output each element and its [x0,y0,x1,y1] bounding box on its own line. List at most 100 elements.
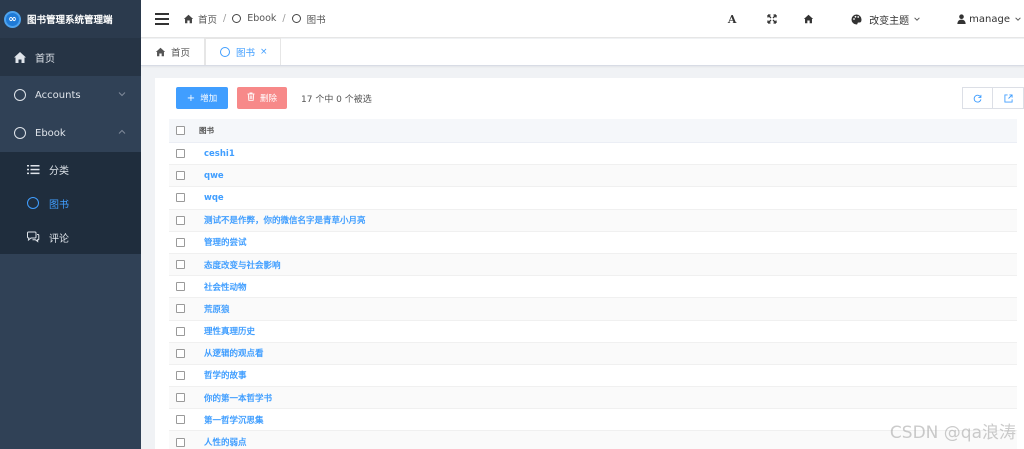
book-title-link[interactable]: 管理的尝试 [204,236,247,248]
watermark: CSDN @qa浪涛 [889,423,1016,443]
theme-label: 改变主题 [869,15,910,27]
home-icon [13,50,27,64]
breadcrumb: 首页 / Ebook / 图书 [183,12,326,26]
sidebar-item-category[interactable]: 分类 [0,152,141,186]
row-checkbox[interactable] [176,260,185,270]
logo-bar[interactable]: ∞ 图书管理系统管理端 [0,0,141,38]
table-row: 理性真理历史 [169,321,1017,343]
book-title-link[interactable]: 理性真理历史 [204,325,255,337]
book-title-link[interactable]: 测试不是作弊，你的微信名字是青草小月亮 [204,214,366,226]
chevron-up-icon [118,129,126,134]
row-checkbox[interactable] [176,215,185,225]
close-icon[interactable]: × [260,47,268,57]
theme-dropdown[interactable]: 改变主题 [851,0,921,38]
refresh-button[interactable] [962,87,993,109]
home-icon[interactable] [801,0,815,38]
app-title: 图书管理系统管理端 [27,15,113,26]
hamburger-icon[interactable] [155,12,169,25]
tab-label: 首页 [171,47,191,59]
circle-icon [232,13,243,24]
chevron-down-icon [913,15,921,23]
book-title-link[interactable]: 第一哲学沉思集 [204,414,264,426]
row-checkbox[interactable] [176,282,185,292]
add-button[interactable]: + 增加 [176,87,228,109]
tab-home[interactable]: 首页 [141,38,206,65]
table-row: 测试不是作弊，你的微信名字是青草小月亮 [169,209,1017,232]
book-title-link[interactable]: 态度改变与社会影响 [204,259,281,271]
sidebar-item-accounts[interactable]: Accounts [0,76,141,114]
row-checkbox[interactable] [176,393,185,403]
trash-icon [247,92,255,104]
row-checkbox[interactable] [176,193,185,203]
sidebar-item-label: 分类 [49,165,69,177]
select-all-checkbox[interactable] [176,126,185,135]
sidebar-item-home[interactable]: 首页 [0,38,141,76]
book-title-link[interactable]: 从逻辑的观点看 [204,347,264,359]
breadcrumb-ebook[interactable]: Ebook [232,13,276,24]
table-row: qwe [169,165,1017,188]
book-title-link[interactable]: 人性的弱点 [204,436,247,448]
book-title-link[interactable]: 荒原狼 [204,303,230,315]
navbar-right: A 改变主题 manage [721,0,1024,38]
refresh-icon [973,94,982,103]
palette-icon [851,14,862,25]
table-row: wqe [169,187,1017,210]
comment-icon [26,230,40,244]
logo-icon: ∞ [4,10,21,28]
fullscreen-icon[interactable] [765,0,779,38]
export-icon [1003,93,1013,103]
row-checkbox[interactable] [176,326,185,336]
row-checkbox[interactable] [176,304,185,314]
plus-icon: + [186,92,196,104]
list-toolbar: + 增加 删除 17 个中 0 个被选 [176,87,372,109]
tags-view: 首页 图书 × [141,38,1024,66]
sidebar-item-comments[interactable]: 评论 [0,220,141,254]
circle-icon [291,13,303,24]
list-icon [26,162,40,176]
row-checkbox[interactable] [176,370,185,380]
font-size-button[interactable]: A [721,0,743,38]
table-row: 荒原狼 [169,298,1017,321]
table-tools [962,87,1024,109]
tab-books[interactable]: 图书 × [205,38,281,65]
table-row: ceshi1 [169,143,1017,166]
circle-icon [13,126,27,140]
chevron-down-icon [1014,15,1022,23]
book-title-link[interactable]: 哲学的故事 [204,369,247,381]
table-row: 从逻辑的观点看 [169,342,1017,365]
book-title-link[interactable]: wqe [204,193,224,203]
main-panel: + 增加 删除 17 个中 0 个被选 图书 ceshi1 qwe wqe 测试… [155,78,1024,449]
top-navbar: 首页 / Ebook / 图书 A 改变主题 manage [141,0,1024,38]
table-header: 图书 [169,119,1017,143]
add-label: 增加 [200,94,218,104]
row-checkbox[interactable] [176,415,185,425]
export-button[interactable] [993,87,1024,109]
table-row: 管理的尝试 [169,232,1017,254]
circle-icon [220,47,231,58]
sidebar: ∞ 图书管理系统管理端 首页 Accounts Ebook 分类 图书 评论 [0,0,141,449]
table-row: 社会性动物 [169,276,1017,299]
sidebar-item-label: Accounts [35,89,81,101]
column-header-book: 图书 [199,126,214,135]
user-dropdown[interactable]: manage [957,0,1022,38]
book-title-link[interactable]: 你的第一本哲学书 [204,392,272,404]
book-title-link[interactable]: ceshi1 [204,149,235,159]
sidebar-item-books[interactable]: 图书 [0,186,141,220]
row-checkbox[interactable] [176,237,185,247]
row-checkbox[interactable] [176,437,185,447]
row-checkbox[interactable] [176,171,185,181]
selection-count: 17 个中 0 个被选 [301,94,372,105]
breadcrumb-label: 图书 [306,14,326,26]
table-row: 你的第一本哲学书 [169,387,1017,410]
row-checkbox[interactable] [176,149,185,159]
book-title-link[interactable]: 社会性动物 [204,281,247,293]
sidebar-item-ebook[interactable]: Ebook [0,114,141,152]
breadcrumb-separator: / [223,13,227,24]
breadcrumb-home[interactable]: 首页 [183,12,217,26]
book-title-link[interactable]: qwe [204,171,224,181]
delete-button[interactable]: 删除 [237,87,287,109]
table-row: 哲学的故事 [169,365,1017,388]
user-name: manage [969,13,1010,25]
delete-label: 删除 [259,94,277,104]
row-checkbox[interactable] [176,348,185,358]
